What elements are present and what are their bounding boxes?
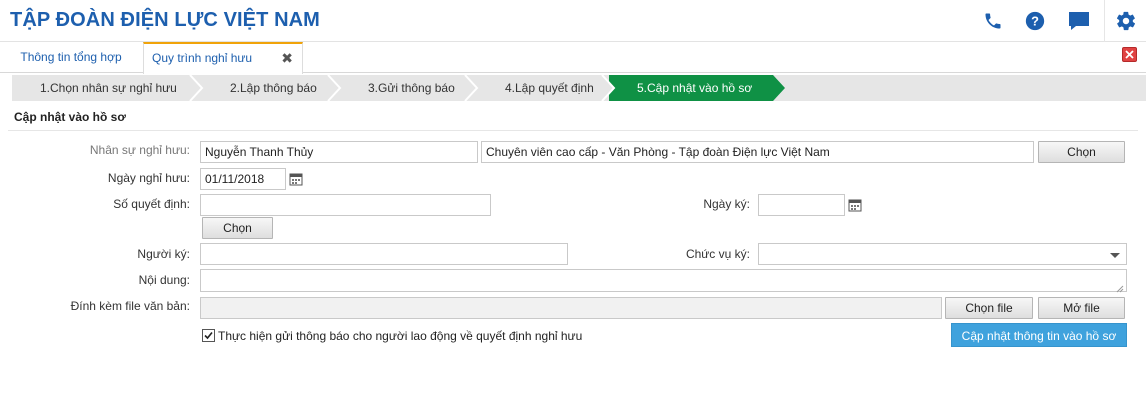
choose-employee-button[interactable]: Chọn: [1038, 141, 1125, 163]
chuc-vu-ky-label: Chức vụ ký:: [685, 247, 750, 261]
gear-icon[interactable]: [1113, 8, 1139, 34]
ngay-ky-field[interactable]: [758, 194, 845, 216]
close-tab-icon[interactable]: ✖: [281, 44, 293, 72]
update-record-button[interactable]: Cập nhật thông tin vào hồ sơ: [951, 323, 1127, 347]
tab-bar: Thông tin tổng hợp Quy trình nghỉ hưu ✖: [0, 42, 1146, 74]
tab-label: Thông tin tổng hợp: [20, 50, 122, 64]
step-wizard: 1.Chọn nhân sự nghỉ hưu 2.Lập thông báo …: [12, 75, 1146, 101]
svg-text:?: ?: [1031, 14, 1039, 29]
close-window-icon[interactable]: [1122, 47, 1137, 62]
brand-title: TẬP ĐOÀN ĐIỆN LỰC VIỆT NAM: [10, 9, 320, 31]
chat-icon[interactable]: [1066, 8, 1092, 34]
so-quyet-dinh-field[interactable]: [200, 194, 491, 216]
tab-quy-trinh-nghi-huu[interactable]: Quy trình nghỉ hưu ✖: [143, 42, 303, 74]
tab-label: Quy trình nghỉ hưu: [152, 51, 253, 65]
nguoi-ky-field[interactable]: [200, 243, 568, 265]
nguoi-ky-label: Người ký:: [137, 247, 190, 261]
noi-dung-textarea[interactable]: [200, 269, 1127, 292]
chuc-vu-ky-select[interactable]: [758, 243, 1127, 265]
ngay-ky-label: Ngày ký:: [703, 197, 750, 211]
notify-checkbox[interactable]: [202, 329, 215, 342]
resize-handle-icon[interactable]: [1116, 282, 1124, 296]
ngay-nghi-huu-label: Ngày nghỉ hưu:: [107, 171, 190, 185]
calendar-icon[interactable]: [846, 195, 864, 215]
header-divider: [1104, 0, 1105, 42]
attachment-field[interactable]: [200, 297, 942, 319]
open-file-button[interactable]: Mở file: [1038, 297, 1125, 319]
ngay-nghi-huu-field[interactable]: 01/11/2018: [200, 168, 286, 190]
nhan-su-name-field[interactable]: Nguyễn Thanh Thủy: [200, 141, 478, 163]
noi-dung-label: Nội dung:: [138, 273, 190, 287]
notify-checkbox-label[interactable]: Thực hiện gửi thông báo cho người lao độ…: [218, 329, 582, 343]
section-divider: [8, 130, 1138, 131]
tab-thong-tin-tong-hop[interactable]: Thông tin tổng hợp: [0, 42, 142, 73]
step-separators: [189, 75, 785, 101]
so-quyet-dinh-label: Số quyết định:: [113, 197, 190, 211]
nhan-su-position-field[interactable]: Chuyên viên cao cấp - Văn Phòng - Tập đo…: [481, 141, 1034, 163]
dinh-kem-label: Đính kèm file văn bản:: [70, 299, 190, 313]
nhan-su-label: Nhân sự nghỉ hưu:: [89, 143, 190, 157]
app-header: TẬP ĐOÀN ĐIỆN LỰC VIỆT NAM ?: [0, 0, 1146, 42]
help-icon[interactable]: ?: [1022, 8, 1048, 34]
calendar-icon[interactable]: [287, 169, 305, 189]
choose-file-button[interactable]: Chọn file: [945, 297, 1033, 319]
phone-icon[interactable]: [980, 8, 1006, 34]
choose-decision-button[interactable]: Chọn: [202, 217, 273, 239]
section-title: Cập nhật vào hồ sơ: [14, 110, 126, 124]
chevron-down-icon[interactable]: [1110, 253, 1120, 258]
